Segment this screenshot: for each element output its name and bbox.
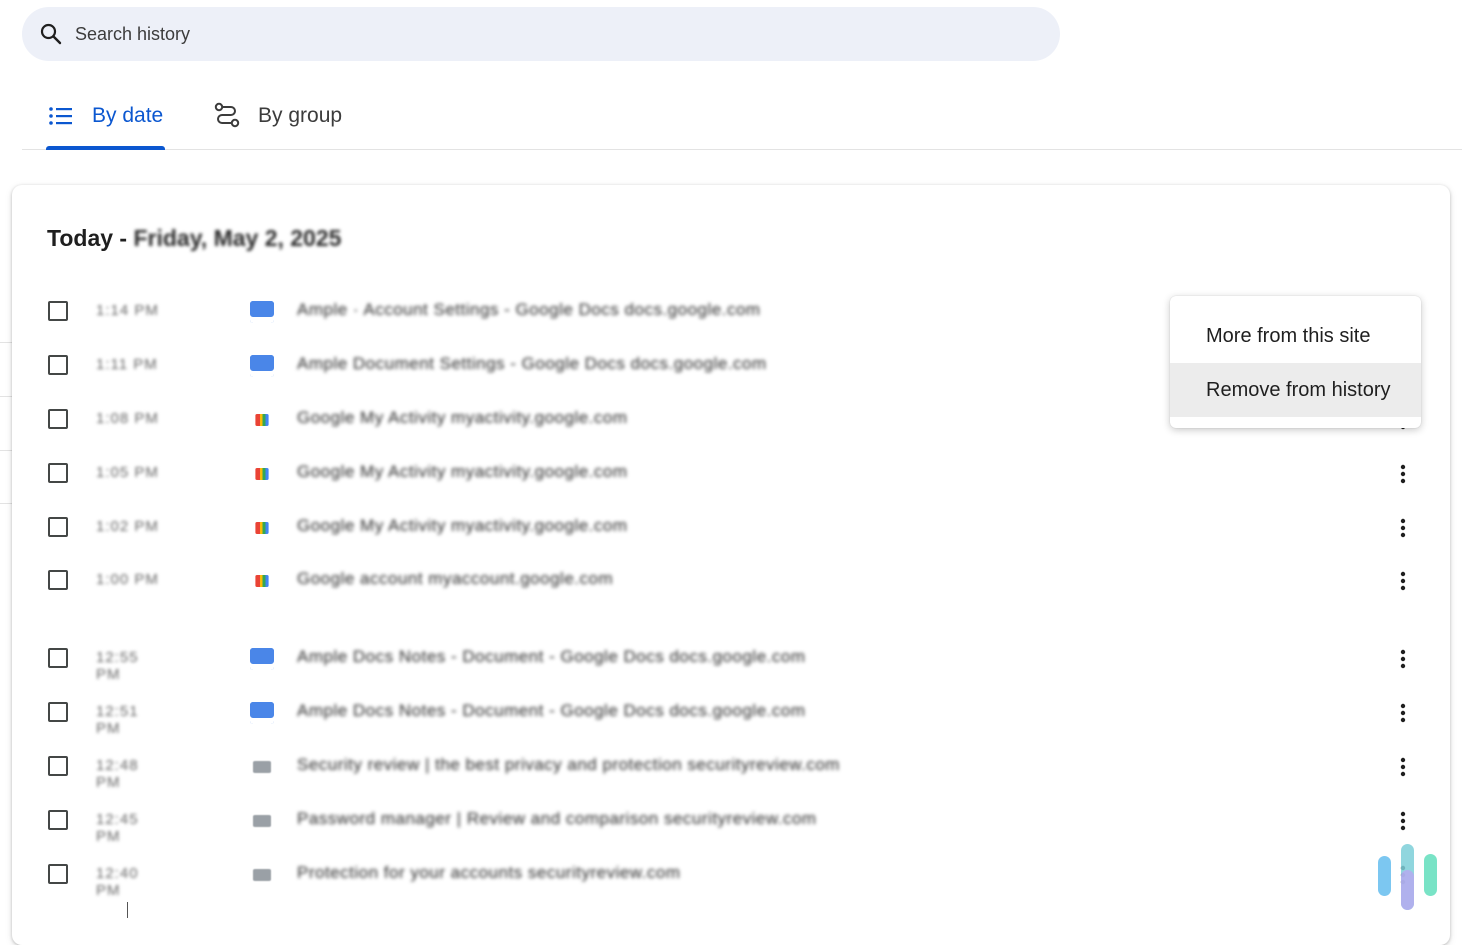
- row-checkbox[interactable]: [48, 409, 68, 429]
- more-vert-icon[interactable]: [1392, 700, 1414, 726]
- google-icon: [255, 467, 269, 481]
- page-title-link[interactable]: Google My Activity myactivity.google.com: [297, 408, 628, 428]
- view-tabs: By date By group: [22, 84, 1462, 150]
- google-icon: [255, 574, 269, 588]
- history-row[interactable]: 12:51 PM Ample Docs Notes - Document - G…: [12, 689, 1450, 739]
- docs-icon: [250, 702, 274, 724]
- page-title-link[interactable]: Ample · Account Settings - Google Docs d…: [297, 300, 761, 320]
- menu-item-more-from-site[interactable]: More from this site: [1170, 309, 1421, 363]
- row-checkbox[interactable]: [48, 570, 68, 590]
- group-journeys-icon: [212, 101, 242, 131]
- visit-time: 1:00 PM: [96, 571, 159, 588]
- history-row[interactable]: 1:05 PM Google My Activity myactivity.go…: [12, 450, 1450, 500]
- row-checkbox[interactable]: [48, 702, 68, 722]
- site-icon: [253, 814, 271, 828]
- tab-by-group[interactable]: By group: [212, 84, 342, 148]
- site-icon: [253, 760, 271, 774]
- row-checkbox[interactable]: [48, 355, 68, 375]
- row-checkbox[interactable]: [48, 864, 68, 884]
- visit-time: 1:11 PM: [96, 356, 158, 373]
- row-checkbox[interactable]: [48, 756, 68, 776]
- visit-time: 1:02 PM: [96, 518, 159, 535]
- more-vert-icon[interactable]: [1392, 461, 1414, 487]
- search-bar[interactable]: [22, 7, 1060, 61]
- docs-icon: [250, 355, 274, 377]
- context-menu: More from this site Remove from history: [1170, 296, 1421, 428]
- page-title-link[interactable]: Protection for your accounts securityrev…: [297, 863, 680, 883]
- list-icon: [46, 101, 76, 131]
- page-title-link[interactable]: Google account myaccount.google.com: [297, 569, 613, 589]
- text-cursor: [127, 902, 128, 918]
- history-row[interactable]: 12:48 PM Security review | the best priv…: [12, 743, 1450, 793]
- search-icon: [40, 23, 62, 45]
- visit-time: 12:40 PM: [96, 865, 139, 899]
- row-checkbox[interactable]: [48, 517, 68, 537]
- page-title-link[interactable]: Password manager | Review and comparison…: [297, 809, 817, 829]
- page-title-link[interactable]: Ample Docs Notes - Document - Google Doc…: [297, 701, 805, 721]
- search-input[interactable]: [73, 22, 977, 46]
- date-heading: Today - Friday, May 2, 2025: [47, 225, 341, 252]
- row-checkbox[interactable]: [48, 810, 68, 830]
- page-title-link[interactable]: Google My Activity myactivity.google.com: [297, 516, 628, 536]
- page-title-link[interactable]: Ample Docs Notes - Document - Google Doc…: [297, 647, 805, 667]
- tab-by-date[interactable]: By date: [46, 84, 166, 150]
- page-title-link[interactable]: Security review | the best privacy and p…: [297, 755, 840, 775]
- history-row[interactable]: 12:55 PM Ample Docs Notes - Document - G…: [12, 635, 1450, 685]
- visit-time: 1:14 PM: [96, 302, 159, 319]
- visit-time: 12:45 PM: [96, 811, 139, 845]
- visit-time: 12:55 PM: [96, 649, 139, 683]
- brand-logo-icon: [1378, 844, 1437, 910]
- more-vert-icon[interactable]: [1392, 568, 1414, 594]
- google-icon: [255, 521, 269, 535]
- row-checkbox[interactable]: [48, 301, 68, 321]
- site-icon: [253, 868, 271, 882]
- row-checkbox[interactable]: [48, 648, 68, 668]
- history-row[interactable]: 12:45 PM Password manager | Review and c…: [12, 797, 1450, 847]
- google-icon: [255, 413, 269, 427]
- visit-time: 12:48 PM: [96, 757, 139, 791]
- docs-icon: [250, 301, 274, 323]
- date-heading-prefix: Today -: [47, 225, 134, 251]
- row-checkbox[interactable]: [48, 463, 68, 483]
- page-title-link[interactable]: Ample Document Settings - Google Docs do…: [297, 354, 767, 374]
- history-row[interactable]: 1:00 PM Google account myaccount.google.…: [12, 557, 1450, 607]
- visit-time: 1:05 PM: [96, 464, 159, 481]
- history-row[interactable]: 12:40 PM Protection for your accounts se…: [12, 851, 1450, 901]
- visit-time: 1:08 PM: [96, 410, 159, 427]
- more-vert-icon[interactable]: [1392, 808, 1414, 834]
- docs-icon: [250, 648, 274, 670]
- more-vert-icon[interactable]: [1392, 515, 1414, 541]
- visit-time: 12:51 PM: [96, 703, 139, 737]
- date-heading-date: Friday, May 2, 2025: [133, 225, 342, 251]
- more-vert-icon[interactable]: [1392, 754, 1414, 780]
- history-row[interactable]: 1:02 PM Google My Activity myactivity.go…: [12, 504, 1450, 554]
- more-vert-icon[interactable]: [1392, 646, 1414, 672]
- page-title-link[interactable]: Google My Activity myactivity.google.com: [297, 462, 628, 482]
- menu-item-remove-from-history[interactable]: Remove from history: [1170, 363, 1421, 417]
- tab-by-group-label: By group: [258, 104, 343, 127]
- tab-by-date-label: By date: [92, 104, 164, 127]
